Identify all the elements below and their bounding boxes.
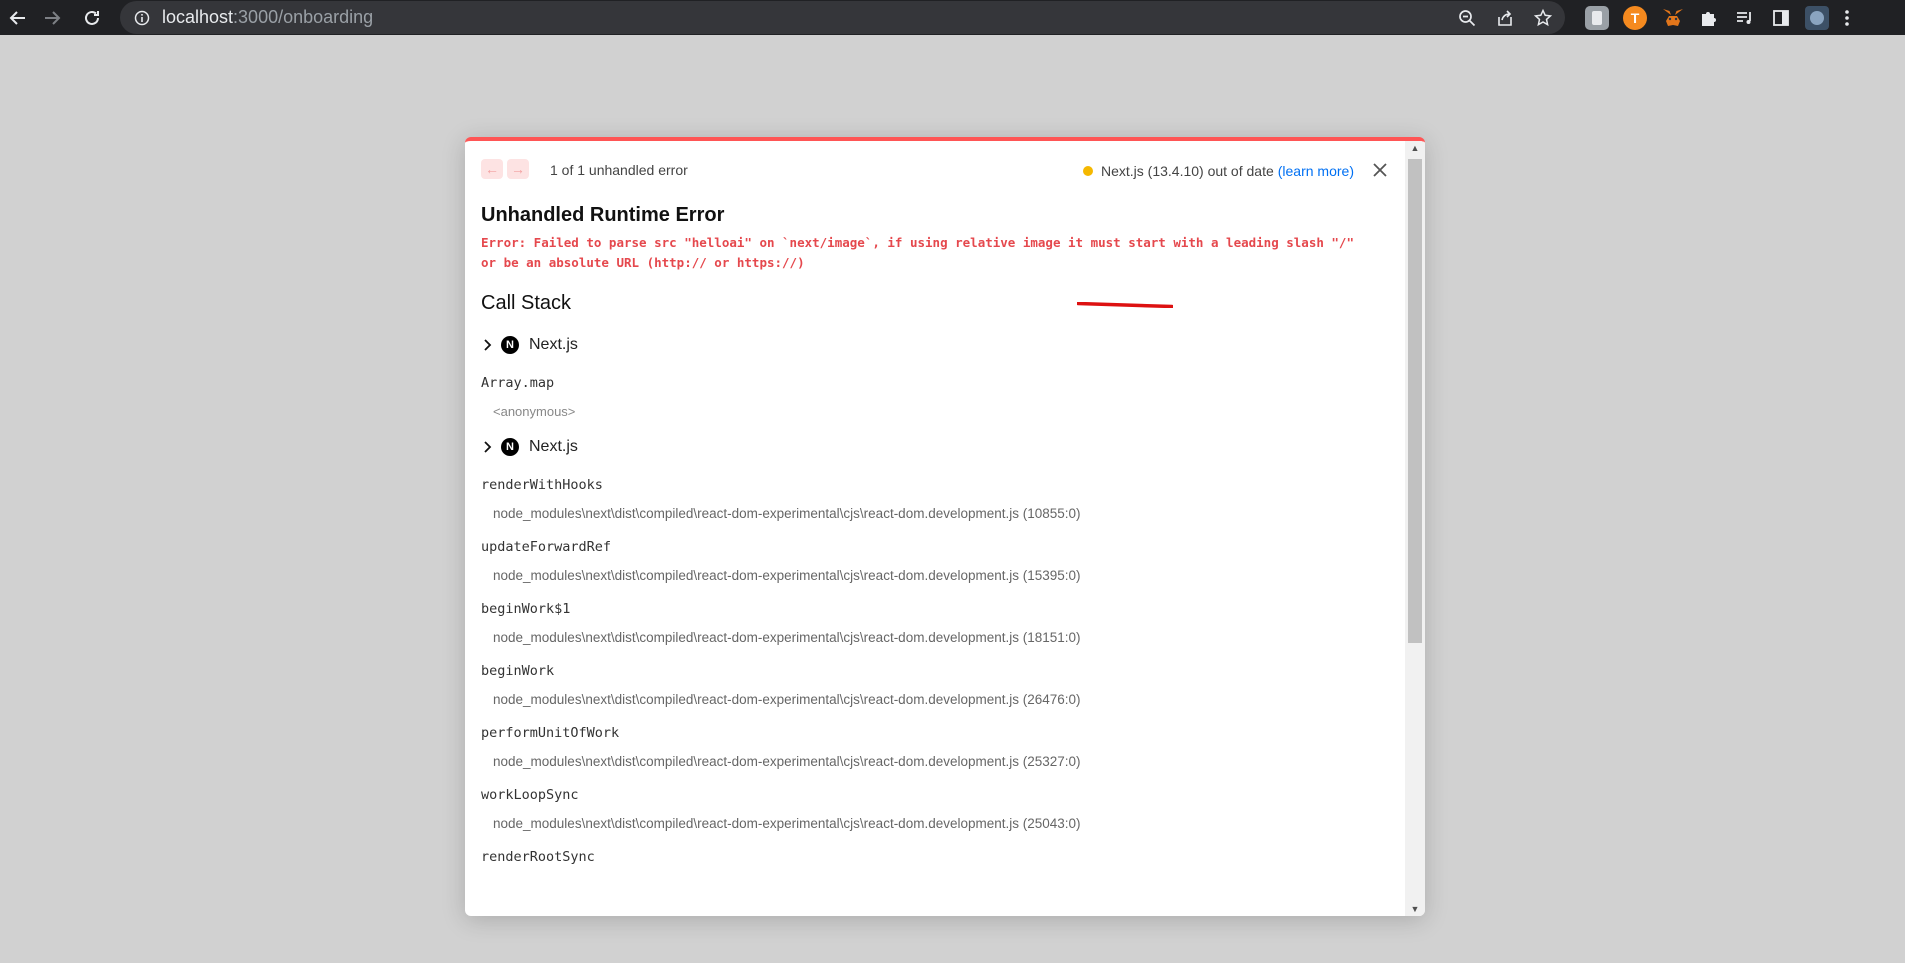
- error-count: 1 of 1 unhandled error: [550, 162, 688, 178]
- error-title: Unhandled Runtime Error: [481, 204, 725, 226]
- arrow-left-icon: ←: [485, 161, 499, 177]
- extensions-area: T: [1585, 0, 1851, 35]
- arrow-left-icon: [9, 10, 25, 25]
- collapsed-frames-group[interactable]: N Next.js: [481, 435, 1381, 459]
- stack-frame[interactable]: beginWork$1 node_modules\next\dist\compi…: [481, 599, 1381, 649]
- stack-frame[interactable]: renderWithHooks node_modules\next\dist\c…: [481, 475, 1381, 525]
- arrow-right-icon: →: [511, 161, 525, 177]
- prev-error-button[interactable]: ←: [481, 159, 503, 179]
- version-text: Next.js (13.4.10) out of date: [1100, 163, 1274, 179]
- media-queue-icon[interactable]: [1735, 8, 1755, 28]
- stack-frame[interactable]: performUnitOfWork node_modules\next\dist…: [481, 723, 1381, 773]
- url-path: :3000/onboarding: [233, 7, 374, 27]
- frame-location: node_modules\next\dist\compiled\react-do…: [493, 506, 1081, 521]
- error-overlay-dialog: ▲ ▼ ← → 1 of 1 unhandled error Next.js (…: [465, 137, 1425, 916]
- stack-frame[interactable]: Array.map <anonymous>: [481, 373, 1381, 423]
- scrollbar[interactable]: ▲ ▼: [1405, 141, 1425, 916]
- metamask-fox-icon[interactable]: [1661, 6, 1685, 30]
- version-status: Next.js (13.4.10) out of date (learn mor…: [1082, 163, 1354, 179]
- nextjs-logo-icon: N: [501, 438, 519, 456]
- close-icon[interactable]: [1371, 161, 1389, 179]
- learn-more-link[interactable]: (learn more): [1278, 163, 1354, 179]
- collapsed-frames-group[interactable]: N Next.js: [481, 333, 1381, 357]
- red-pen-annotation: [1077, 302, 1173, 308]
- puzzle-icon[interactable]: [1699, 8, 1719, 28]
- stack-frame[interactable]: beginWork node_modules\next\dist\compile…: [481, 661, 1381, 711]
- frame-function: Array.map: [481, 375, 555, 391]
- status-dot-icon: [1082, 166, 1093, 176]
- account-ext-icon[interactable]: [1585, 5, 1609, 30]
- url-host: localhost: [162, 7, 234, 27]
- error-message-line: or be an absolute URL (http:// or https:…: [481, 255, 805, 270]
- scrollbar-thumb[interactable]: [1408, 159, 1422, 643]
- frame-function: beginWork$1: [481, 601, 571, 617]
- frame-location: node_modules\next\dist\compiled\react-do…: [493, 568, 1081, 583]
- error-message-line: Error: Failed to parse src "helloai" on …: [481, 235, 1354, 250]
- frame-function: beginWork: [481, 663, 555, 679]
- reload-icon: [85, 10, 99, 25]
- frame-function: renderWithHooks: [481, 477, 603, 493]
- address-bar[interactable]: localhost:3000/onboarding: [120, 1, 1565, 34]
- frame-function: workLoopSync: [481, 787, 579, 803]
- frame-location: node_modules\next\dist\compiled\react-do…: [493, 816, 1081, 831]
- stack-frame[interactable]: workLoopSync node_modules\next\dist\comp…: [481, 785, 1381, 835]
- frame-function: updateForwardRef: [481, 539, 612, 555]
- chevron-right-icon: [484, 339, 492, 351]
- zoom-out-icon[interactable]: [1457, 8, 1477, 28]
- url-text: localhost:3000/onboarding: [162, 7, 373, 28]
- side-panel-icon[interactable]: [1771, 8, 1791, 28]
- share-icon[interactable]: [1495, 8, 1515, 28]
- stack-frame[interactable]: renderRootSync: [481, 847, 1381, 867]
- nextjs-logo-icon: N: [501, 336, 519, 354]
- scroll-up-arrow-icon[interactable]: ▲: [1410, 143, 1420, 153]
- scroll-down-arrow-icon[interactable]: ▼: [1410, 904, 1420, 914]
- group-label: Next.js: [529, 438, 578, 455]
- kebab-menu-icon[interactable]: [1843, 8, 1851, 28]
- frame-location: node_modules\next\dist\compiled\react-do…: [493, 754, 1081, 769]
- error-pager: ← →: [481, 159, 529, 179]
- group-label: Next.js: [529, 336, 578, 353]
- forward-button[interactable]: [34, 0, 70, 35]
- back-button[interactable]: [0, 0, 36, 35]
- browser-toolbar: localhost:3000/onboarding T: [0, 0, 1905, 35]
- call-stack-heading: Call Stack: [481, 292, 572, 314]
- frame-location: node_modules\next\dist\compiled\react-do…: [493, 692, 1081, 707]
- next-error-button[interactable]: →: [507, 159, 529, 179]
- call-stack-list: N Next.js Array.map <anonymous> N Next.j…: [481, 333, 1381, 879]
- chevron-right-icon: [484, 441, 492, 453]
- stack-frame[interactable]: updateForwardRef node_modules\next\dist\…: [481, 537, 1381, 587]
- profile-avatar-icon[interactable]: [1805, 5, 1829, 30]
- reload-button[interactable]: [74, 0, 110, 35]
- arrow-right-icon: [45, 10, 61, 25]
- t-ext-icon[interactable]: T: [1623, 5, 1647, 30]
- bookmark-star-icon[interactable]: [1533, 8, 1553, 28]
- frame-location: <anonymous>: [493, 404, 576, 419]
- frame-function: renderRootSync: [481, 849, 595, 865]
- info-icon[interactable]: [134, 10, 150, 26]
- frame-function: performUnitOfWork: [481, 725, 620, 741]
- error-message: Error: Failed to parse src "helloai" on …: [481, 233, 1381, 273]
- frame-location: node_modules\next\dist\compiled\react-do…: [493, 630, 1081, 645]
